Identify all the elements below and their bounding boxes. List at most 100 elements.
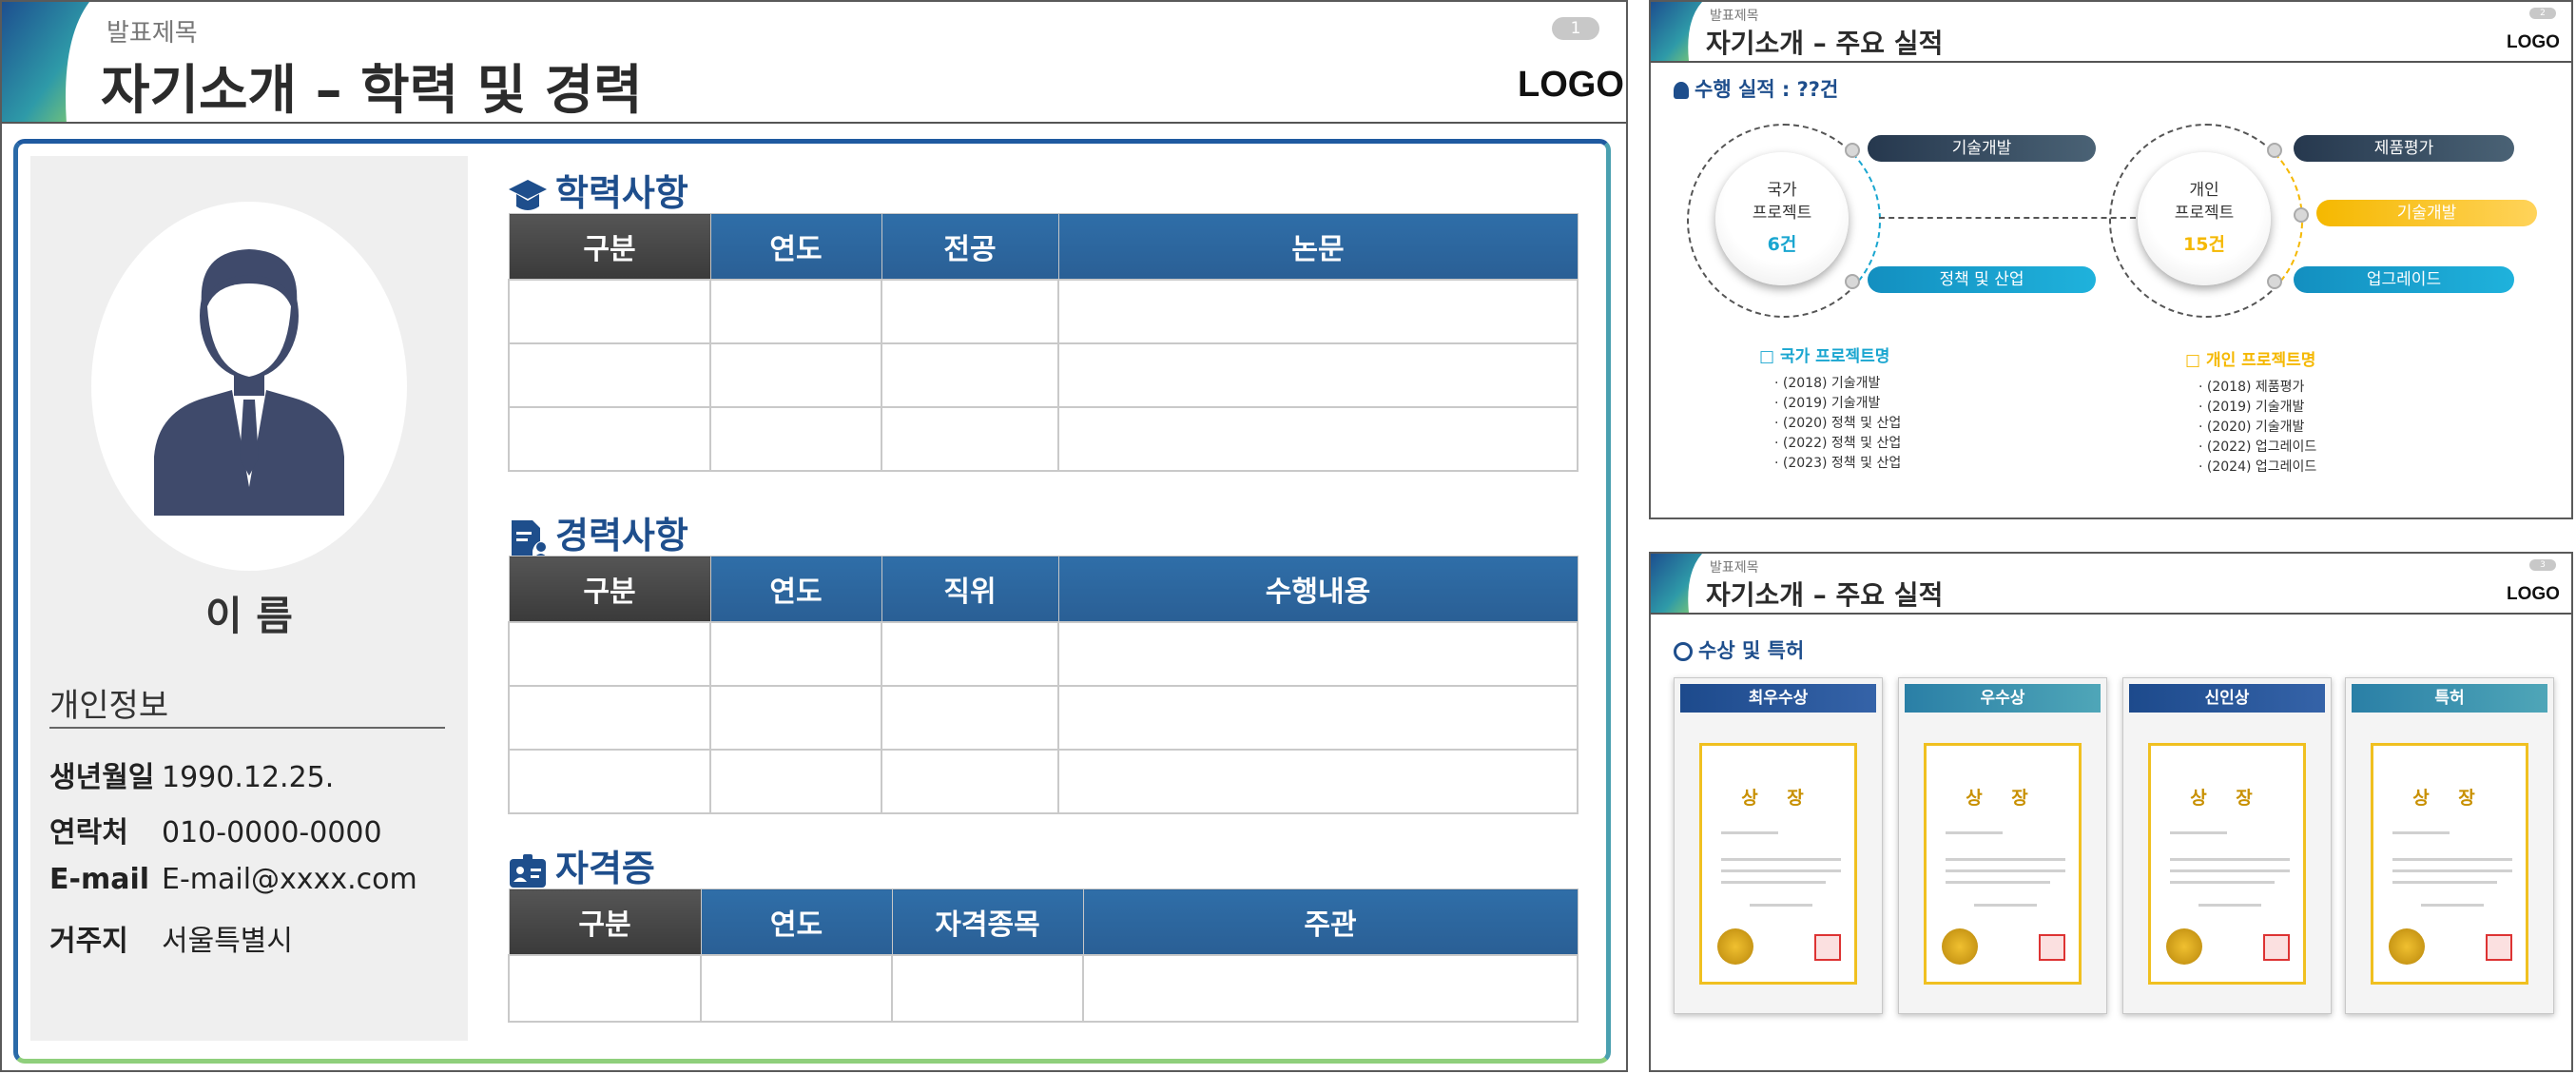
document-person-icon xyxy=(512,519,548,558)
slide-key-achievements: 발표제목 자기소개 – 주요 실적 2 LOGO 수행 실적 : ??건 국가 … xyxy=(1649,0,2573,519)
list-item: · (2019) 기술개발 xyxy=(2198,400,2305,415)
list-item: · (2018) 제품평가 xyxy=(2198,380,2305,395)
personal-info-title: 개인정보 xyxy=(49,687,169,725)
personal-project-disc: 개인 프로젝트 15건 xyxy=(2138,152,2271,285)
connector-dot xyxy=(1845,274,1860,289)
connector-dot xyxy=(2267,143,2282,158)
education-section-title: 학력사항 xyxy=(508,164,688,216)
national-project-disc: 국가 프로젝트 6건 xyxy=(1715,152,1849,285)
license-table: 구분 연도 자격종목 주관 xyxy=(508,888,1579,1023)
career-header-year: 연도 xyxy=(709,556,882,623)
award-icon xyxy=(1674,642,1693,661)
personal-pill-evaluation: 제품평가 xyxy=(2294,135,2514,162)
presentation-subtitle: 발표제목 xyxy=(1710,560,1759,576)
personal-pill-tech: 기술개발 xyxy=(2316,200,2537,226)
slide-title: 자기소개 – 주요 실적 xyxy=(1706,579,1944,611)
education-header-year: 연도 xyxy=(709,213,882,281)
education-table: 구분 연도 전공 논문 xyxy=(508,213,1579,472)
education-header-major: 전공 xyxy=(881,213,1059,281)
list-item: · (2019) 기술개발 xyxy=(1774,396,1881,411)
education-header-category: 구분 xyxy=(508,213,711,281)
graduation-cap-icon xyxy=(509,179,547,210)
avatar xyxy=(91,202,407,571)
user-icon xyxy=(1674,82,1689,99)
career-table: 구분 연도 직위 수행내용 xyxy=(508,556,1579,814)
list-item: · (2020) 정책 및 산업 xyxy=(1774,416,1902,431)
certificate: 상 장 xyxy=(2148,743,2306,985)
table-row xyxy=(508,342,1579,408)
award-card-rookie: 신인상 상 장 xyxy=(2122,677,2332,1014)
logo: LOGO xyxy=(2507,584,2560,604)
medal-icon xyxy=(1942,928,1978,965)
national-list-title: □ 국가 프로젝트명 xyxy=(1759,347,1890,366)
award-card-excellence: 우수상 상 장 xyxy=(1898,677,2107,1014)
national-pill-tech: 기술개발 xyxy=(1868,135,2096,162)
personal-list-title: □ 개인 프로젝트명 xyxy=(2185,351,2316,370)
header-divider xyxy=(2,122,1626,124)
certificate: 상 장 xyxy=(1699,743,1857,985)
career-section-title: 경력사항 xyxy=(508,506,688,558)
license-header-item: 자격종목 xyxy=(891,888,1084,956)
table-row xyxy=(508,621,1579,687)
performance-heading: 수행 실적 : ??건 xyxy=(1674,74,1838,103)
stamp-icon xyxy=(2486,934,2512,961)
personal-info-divider xyxy=(49,727,445,729)
national-pill-policy: 정책 및 산업 xyxy=(1868,266,2096,293)
list-item: · (2024) 업그레이드 xyxy=(2198,459,2317,475)
info-row-birthdate: 생년월일 1990.12.25. xyxy=(49,761,335,794)
profile-panel: 이 름 개인정보 생년월일 1990.12.25. 연락처 010-0000-000… xyxy=(30,156,468,1041)
license-header-year: 연도 xyxy=(700,888,893,956)
page-number: 2 xyxy=(2529,8,2556,19)
table-row xyxy=(508,406,1579,472)
medal-icon xyxy=(2389,928,2425,965)
medal-icon xyxy=(1717,928,1753,965)
table-row xyxy=(508,749,1579,814)
person-icon xyxy=(154,249,344,516)
career-header-duties: 수행내용 xyxy=(1057,556,1579,623)
connector-dot xyxy=(1845,143,1860,158)
table-row xyxy=(508,279,1579,344)
slide-title: 자기소개 – 주요 실적 xyxy=(1706,28,1944,59)
certificate: 상 장 xyxy=(1924,743,2082,985)
info-row-email: E-mail E-mail@xxxx.com xyxy=(49,863,417,896)
slide-awards-patents: 발표제목 자기소개 – 주요 실적 3 LOGO 수상 및 특허 최우수상 상 … xyxy=(1649,552,2573,1072)
header-divider xyxy=(1651,61,2571,63)
stamp-icon xyxy=(2039,934,2065,961)
list-item: · (2022) 업그레이드 xyxy=(2198,439,2317,455)
connector-dot xyxy=(2267,274,2282,289)
license-section-title: 자격증 xyxy=(508,839,655,891)
license-header-issuer: 주관 xyxy=(1082,888,1579,956)
awards-heading: 수상 및 특허 xyxy=(1674,635,1804,664)
profile-name: 이 름 xyxy=(205,593,293,639)
table-row xyxy=(508,954,1579,1023)
stamp-icon xyxy=(2263,934,2290,961)
id-card-icon xyxy=(510,853,546,888)
slide-title: 자기소개 – 학력 및 경력 xyxy=(101,60,643,122)
award-card-grand: 최우수상 상 장 xyxy=(1674,677,1883,1014)
page-number: 3 xyxy=(2529,559,2556,571)
logo: LOGO xyxy=(1518,65,1624,105)
presentation-subtitle: 발표제목 xyxy=(107,19,198,48)
list-item: · (2020) 기술개발 xyxy=(2198,420,2305,435)
career-header-category: 구분 xyxy=(508,556,711,623)
connector-line xyxy=(1879,217,2136,219)
education-header-thesis: 논문 xyxy=(1057,213,1579,281)
connector-dot xyxy=(2294,207,2309,223)
info-row-residence: 거주지 서울특별시 xyxy=(49,925,293,958)
personal-pill-upgrade: 업그레이드 xyxy=(2294,266,2514,293)
stamp-icon xyxy=(1814,934,1841,961)
table-row xyxy=(508,685,1579,751)
license-header-category: 구분 xyxy=(508,888,702,956)
award-card-patent: 특허 상 장 xyxy=(2345,677,2554,1014)
medal-icon xyxy=(2166,928,2202,965)
list-item: · (2018) 기술개발 xyxy=(1774,376,1881,391)
career-header-position: 직위 xyxy=(881,556,1059,623)
page-number: 1 xyxy=(1552,17,1599,40)
certificate: 상 장 xyxy=(2371,743,2528,985)
list-item: · (2023) 정책 및 산업 xyxy=(1774,456,1902,471)
info-row-contact: 연락처 010-0000-0000 xyxy=(49,816,382,849)
presentation-subtitle: 발표제목 xyxy=(1710,9,1759,24)
logo: LOGO xyxy=(2507,32,2560,52)
list-item: · (2022) 정책 및 산업 xyxy=(1774,436,1902,451)
slide-education-career: 발표제목 자기소개 – 학력 및 경력 1 LOGO 이 름 개인정보 생년월일… xyxy=(0,0,1628,1072)
